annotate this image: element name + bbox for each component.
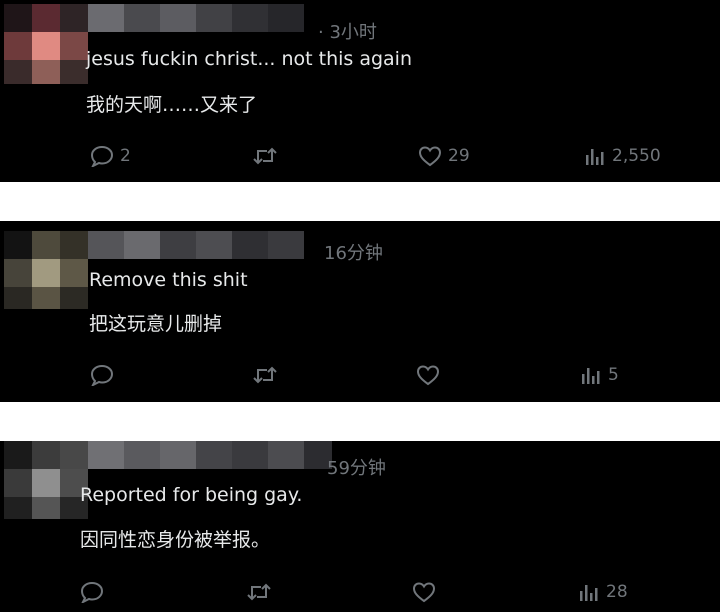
comment-card: 16分钟 Remove this shit 把这玩意儿删掉 5 (0, 221, 720, 402)
heart-icon (412, 582, 436, 603)
comment-translation: 因同性恋身份被举报。 (80, 529, 271, 551)
comment-translation: 把这玩意儿删掉 (89, 313, 223, 335)
timestamp[interactable]: 16分钟 (324, 239, 383, 265)
retweet-button[interactable] (252, 364, 284, 386)
timestamp[interactable]: 59分钟 (327, 454, 386, 480)
reply-button[interactable] (80, 581, 110, 603)
comment-card: 59分钟 Reported for being gay. 因同性恋身份被举报。 … (0, 441, 720, 612)
reply-count: 2 (120, 146, 131, 166)
like-count: 29 (448, 146, 470, 166)
retweet-icon (253, 147, 277, 165)
like-button[interactable]: 29 (418, 145, 470, 167)
like-button[interactable] (416, 364, 446, 386)
views-button[interactable]: 2,550 (584, 145, 661, 167)
reply-button[interactable]: 2 (90, 145, 131, 167)
views-icon (580, 585, 598, 601)
views-button[interactable]: 5 (580, 364, 619, 386)
comment-text: jesus fuckin christ... not this again (86, 48, 413, 70)
timestamp[interactable]: · 3小时 (318, 18, 377, 44)
retweet-button[interactable] (246, 581, 278, 603)
retweet-icon (253, 366, 277, 384)
views-icon (586, 149, 604, 165)
view-count: 2,550 (612, 146, 661, 166)
heart-icon (416, 365, 440, 386)
comment-text: Remove this shit (89, 269, 248, 291)
reply-icon (80, 581, 104, 603)
views-icon (582, 368, 600, 384)
comment-translation: 我的天啊……又来了 (86, 94, 258, 116)
heart-icon (418, 146, 442, 167)
blurred-avatar-and-username (4, 441, 332, 519)
view-count: 28 (606, 582, 628, 602)
views-button[interactable]: 28 (578, 581, 628, 603)
reply-icon (90, 364, 114, 386)
reply-button[interactable] (90, 364, 120, 386)
reply-icon (90, 145, 114, 167)
view-count: 5 (608, 365, 619, 385)
retweet-button[interactable] (252, 145, 284, 167)
blurred-avatar-and-username (4, 4, 304, 84)
like-button[interactable] (412, 581, 442, 603)
comment-card: · 3小时 jesus fuckin christ... not this ag… (0, 0, 720, 182)
comment-text: Reported for being gay. (80, 484, 303, 506)
retweet-icon (247, 583, 271, 601)
